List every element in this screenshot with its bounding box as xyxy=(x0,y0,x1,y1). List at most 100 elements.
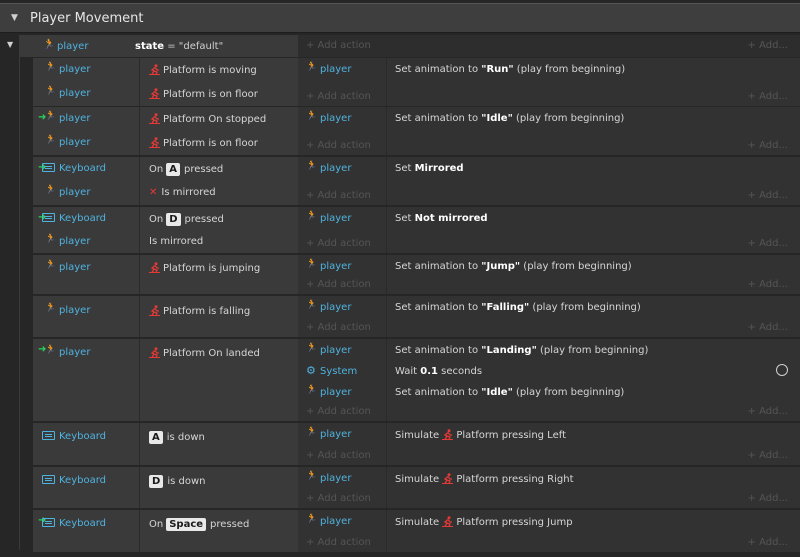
event-block[interactable]: 🏃 player Platform is falling 🏃 player Set ani… xyxy=(33,296,800,337)
add-action-link[interactable]: + Add action xyxy=(306,537,371,548)
event-block[interactable]: ➜ Keyboard On Dpressed 🏃 player Is mirrored 🏃 pl… xyxy=(33,207,800,253)
object-name[interactable]: 🏃 player xyxy=(306,471,351,484)
action-row[interactable]: 🏃 player Simulate Platform pressing Right xyxy=(298,467,800,489)
object-name[interactable]: 🏃 player xyxy=(306,62,351,75)
action-text[interactable]: Set animation to "Idle" (play from begin… xyxy=(395,113,624,124)
add-link[interactable]: + Add... xyxy=(748,238,788,249)
condition-text[interactable]: Dis down xyxy=(149,475,205,488)
condition-row[interactable]: 🏃 player Platform is falling xyxy=(33,299,298,321)
action-text[interactable]: Set animation to "Run" (play from beginn… xyxy=(395,64,625,75)
object-name[interactable]: 🏃 player xyxy=(306,385,351,398)
action-row[interactable]: 🏃 player Set animation to "Run" (play from… xyxy=(298,58,800,80)
action-row[interactable]: 🏃 player Set animation to "Landing" (play … xyxy=(298,339,800,361)
object-name[interactable]: 🏃 player xyxy=(45,303,90,316)
add-action-link[interactable]: + Add action xyxy=(306,190,371,201)
add-action-link[interactable]: + Add action xyxy=(306,40,371,51)
add-action-link[interactable]: + Add action xyxy=(306,406,371,417)
action-text[interactable]: Set Not mirrored xyxy=(395,213,488,224)
condition-row[interactable]: 🏃 player Is mirrored xyxy=(33,230,298,252)
object-name[interactable]: 🏃 player xyxy=(45,86,90,99)
action-text[interactable]: Set animation to "Jump" (play from begin… xyxy=(395,261,632,272)
add-action-link[interactable]: + Add action xyxy=(306,322,371,333)
object-name[interactable]: ⚙ System xyxy=(306,364,357,377)
action-text[interactable]: Wait 0.1 seconds xyxy=(395,366,482,377)
object-name[interactable]: 🏃 player xyxy=(306,259,351,272)
object-name[interactable]: Keyboard xyxy=(42,431,106,442)
condition-text[interactable]: Platform is on floor xyxy=(149,137,258,149)
event-block[interactable]: ➜ 🏃 player Platform On landed 🏃 player Set ani… xyxy=(33,339,800,421)
action-text[interactable]: Set Mirrored xyxy=(395,163,464,174)
event-block[interactable]: 🏃 player Platform is moving 🏃 player Platform… xyxy=(33,58,800,106)
object-name[interactable]: 🏃 player xyxy=(45,345,90,358)
condition-row[interactable]: 🏃 player Platform On landed xyxy=(33,341,298,363)
event-block[interactable]: ➜ Keyboard On Space pressed 🏃 player Simulate P… xyxy=(33,510,800,552)
object-name[interactable]: 🏃 player xyxy=(45,62,90,75)
event-group-header[interactable]: ▼ Player Movement xyxy=(0,3,800,33)
condition-text[interactable]: Platform On landed xyxy=(149,347,260,359)
condition-row[interactable]: 🏃 player ✕ Is mirrored xyxy=(33,181,298,203)
object-name[interactable]: 🏃 player xyxy=(306,161,351,174)
object-name[interactable]: 🏃 player xyxy=(306,343,351,356)
condition-text[interactable]: Platform is moving xyxy=(149,64,257,76)
condition-row[interactable]: Keyboard Dis down xyxy=(33,469,298,491)
object-name[interactable]: 🏃 player xyxy=(306,300,351,313)
action-row[interactable]: 🏃 player Set animation to "Idle" (play fro… xyxy=(298,381,800,403)
object-name[interactable]: 🏃 player xyxy=(306,211,351,224)
condition-text[interactable]: On Apressed xyxy=(149,163,223,176)
collapse-triangle-icon[interactable]: ▼ xyxy=(11,13,18,23)
object-name[interactable]: Keyboard xyxy=(42,163,106,174)
object-name[interactable]: 🏃 player xyxy=(45,111,90,124)
condition-text[interactable]: Ais down xyxy=(149,431,205,444)
add-action-link[interactable]: + Add action xyxy=(306,238,371,249)
condition-text[interactable]: Platform On stopped xyxy=(149,113,266,125)
action-row[interactable]: 🏃 player Set animation to "Idle" (play fro… xyxy=(298,107,800,129)
object-name[interactable]: 🏃 player xyxy=(45,135,90,148)
add-action-link[interactable]: + Add action xyxy=(306,140,371,151)
add-action-link[interactable]: + Add action xyxy=(306,279,371,290)
action-row[interactable]: 🏃 player Simulate Platform pressing Jump xyxy=(298,510,800,532)
add-link[interactable]: + Add... xyxy=(748,406,788,417)
action-text[interactable]: Simulate Platform pressing Right xyxy=(395,473,574,485)
event-block[interactable]: ➜ Keyboard On Apressed 🏃 player ✕ Is mirrored 🏃 p… xyxy=(33,157,800,205)
condition-text[interactable]: Platform is falling xyxy=(149,305,250,317)
add-link[interactable]: + Add... xyxy=(748,40,788,51)
condition-row[interactable]: Keyboard On Apressed xyxy=(33,157,298,179)
object-name[interactable]: 🏃 player xyxy=(306,514,351,527)
condition-row[interactable]: Keyboard On Dpressed xyxy=(33,207,298,229)
object-name[interactable]: Keyboard xyxy=(42,213,106,224)
object-name[interactable]: Keyboard xyxy=(42,475,106,486)
object-name[interactable]: 🏃 player xyxy=(306,427,351,440)
action-text[interactable]: Simulate Platform pressing Left xyxy=(395,429,566,441)
add-action-link[interactable]: + Add action xyxy=(306,493,371,504)
action-row[interactable]: 🏃 player Set Not mirrored xyxy=(298,207,800,229)
action-row[interactable]: ⚙ System Wait 0.1 seconds xyxy=(298,360,800,382)
object-name[interactable]: Keyboard xyxy=(42,518,106,529)
condition-row[interactable]: 🏃 player Platform is moving xyxy=(33,58,298,80)
condition-text[interactable]: Platform is on floor xyxy=(149,88,258,100)
event-block[interactable]: Keyboard Ais down 🏃 player Simulate Platform… xyxy=(33,423,800,465)
condition-row[interactable]: 🏃 player Platform is on floor xyxy=(33,82,298,104)
condition-text[interactable]: Is mirrored xyxy=(149,236,203,247)
add-action-link[interactable]: + Add action xyxy=(306,91,371,102)
condition-row[interactable]: 🏃 player Platform is on floor xyxy=(33,131,298,153)
event-block[interactable]: Keyboard Dis down 🏃 player Simulate Platform… xyxy=(33,467,800,508)
object-name[interactable]: 🏃 player xyxy=(45,185,90,198)
action-text[interactable]: Set animation to "Falling" (play from be… xyxy=(395,302,641,313)
main-event[interactable]: ▼ 🏃 player state = "default" + Add action… xyxy=(7,35,800,57)
add-link[interactable]: + Add... xyxy=(748,190,788,201)
action-row[interactable]: 🏃 player Simulate Platform pressing Left xyxy=(298,423,800,445)
action-text[interactable]: Simulate Platform pressing Jump xyxy=(395,516,573,528)
expand-triangle-icon[interactable]: ▼ xyxy=(7,40,13,49)
object-name[interactable]: 🏃 player xyxy=(45,234,90,247)
condition-text[interactable]: state = "default" xyxy=(135,41,223,52)
add-link[interactable]: + Add... xyxy=(748,493,788,504)
condition-row[interactable]: 🏃 player Platform is jumping xyxy=(33,256,298,278)
add-action-link[interactable]: + Add action xyxy=(306,450,371,461)
object-name[interactable]: 🏃 player xyxy=(45,260,90,273)
event-block[interactable]: 🏃 player Platform is jumping 🏃 player Set ani… xyxy=(33,255,800,294)
condition-text[interactable]: Platform is jumping xyxy=(149,262,260,274)
action-text[interactable]: Set animation to "Idle" (play from begin… xyxy=(395,387,624,398)
condition-row[interactable]: 🏃 player Platform On stopped xyxy=(33,107,298,129)
add-link[interactable]: + Add... xyxy=(748,91,788,102)
add-link[interactable]: + Add... xyxy=(748,279,788,290)
